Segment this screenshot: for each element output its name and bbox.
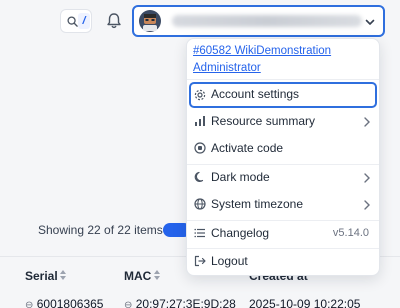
chevron-down-icon (365, 19, 375, 25)
menu-item-system-timezone[interactable]: System timezone (189, 192, 377, 218)
serial-value: 6001806365 (36, 297, 104, 308)
menu-label: System timezone (211, 197, 304, 211)
menu-label: Dark mode (211, 170, 270, 184)
avatar (139, 10, 161, 32)
version-badge: v5.14.0 (332, 227, 369, 239)
chevron-right-icon (364, 173, 370, 183)
items-count: Showing 22 of 22 items (38, 223, 163, 237)
lock-icon: ⊖ (124, 300, 133, 308)
menu-label: Account settings (211, 87, 300, 101)
menu-item-resource-summary[interactable]: Resource summary (189, 109, 377, 135)
gear-icon (194, 89, 206, 101)
page: / Showing 22 of 22 items Serial MAC Crea… (0, 0, 400, 308)
table-cell-mac: ⊖ 20:97:27:3E:9D:28 (124, 297, 236, 308)
table-cell-created-at: 2025-10-09 10:22:05 (249, 297, 361, 308)
lock-icon: ⊖ (25, 300, 34, 308)
column-serial[interactable]: Serial (25, 269, 58, 283)
account-dropdown-menu: #60582 WikiDemonstration Administrator A… (186, 38, 380, 276)
list-icon (194, 228, 205, 238)
sort-icon[interactable] (59, 268, 67, 282)
chevron-right-icon (364, 200, 370, 210)
menu-item-changelog[interactable]: Changelog v5.14.0 (189, 221, 377, 247)
moon-icon (194, 171, 204, 183)
activate-icon (194, 142, 206, 154)
search-button[interactable]: / (60, 9, 92, 33)
bell-icon[interactable] (104, 11, 124, 31)
account-role-line[interactable]: Administrator (193, 60, 373, 77)
menu-label: Resource summary (211, 114, 316, 128)
menu-label: Logout (211, 254, 248, 268)
logout-icon (194, 255, 206, 267)
menu-item-dark-mode[interactable]: Dark mode (189, 165, 377, 191)
mac-value: 20:97:27:3E:9D:28 (135, 297, 236, 308)
menu-item-logout[interactable]: Logout (189, 249, 377, 275)
bar-chart-icon (195, 116, 205, 126)
account-id-line[interactable]: #60582 WikiDemonstration (193, 43, 373, 60)
search-icon (67, 16, 78, 27)
column-mac[interactable]: MAC (124, 269, 151, 283)
sort-icon[interactable] (153, 268, 161, 282)
menu-label: Changelog (211, 226, 270, 240)
menu-divider (187, 79, 379, 80)
globe-icon (194, 198, 206, 210)
menu-item-activate-code[interactable]: Activate code (189, 136, 377, 162)
menu-label: Activate code (211, 141, 284, 155)
blurred-email (172, 15, 362, 27)
chevron-right-icon (364, 117, 370, 127)
table-cell-serial: ⊖ 6001806365 (25, 297, 103, 308)
account-link[interactable]: #60582 WikiDemonstration Administrator (193, 43, 373, 77)
profile-button[interactable] (132, 5, 385, 37)
shortcut-key: / (78, 13, 90, 29)
menu-item-account-settings[interactable]: Account settings (189, 82, 377, 108)
